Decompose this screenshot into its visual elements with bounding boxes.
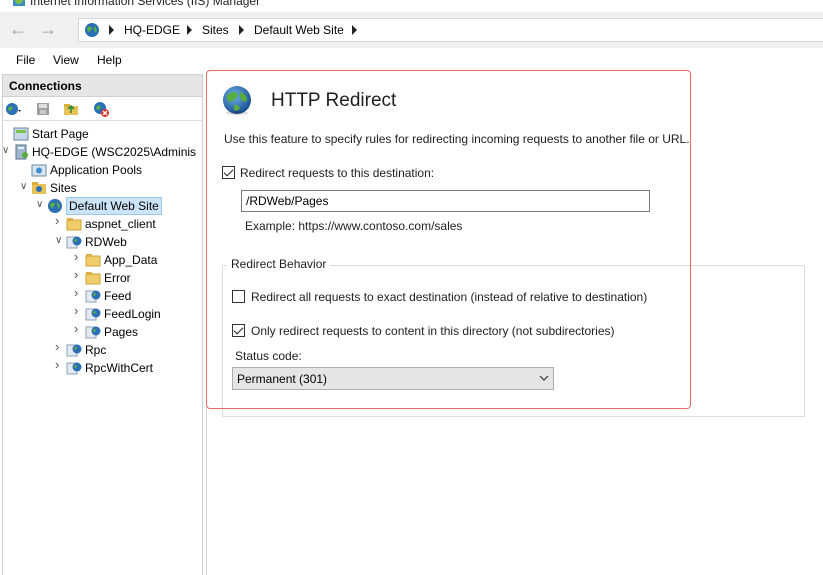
app-pool-icon	[31, 164, 47, 177]
forward-arrow-icon[interactable]: →	[36, 18, 60, 42]
tree-node-label: Rpc	[85, 343, 107, 357]
redirect-behavior-legend: Redirect Behavior	[227, 257, 331, 271]
exact-destination-label[interactable]: Redirect all requests to exact destinati…	[251, 290, 647, 304]
connections-pane: Connections Start Page ∨ HQ-EDGE (WSC2025\…	[2, 74, 203, 575]
pane-divider[interactable]	[206, 74, 207, 575]
save-icon[interactable]	[35, 101, 51, 117]
tree-node-label: HQ-EDGE (WSC2025\Adminis	[32, 145, 197, 159]
back-arrow-icon[interactable]: ←	[6, 18, 30, 42]
tree-node[interactable]: Application Pools	[3, 161, 202, 179]
expand-chevron-icon[interactable]: ∨	[2, 146, 12, 156]
tree-node-label: FeedLogin	[104, 307, 161, 321]
breadcrumb-server[interactable]: HQ-EDGE	[124, 23, 180, 37]
chevron-right-icon	[239, 25, 244, 35]
collapse-chevron-icon[interactable]: ›	[55, 214, 65, 227]
tree-node[interactable]: › Pages	[3, 322, 202, 341]
only-this-directory-checkbox[interactable]	[232, 324, 245, 337]
collapse-chevron-icon[interactable]: ›	[55, 340, 65, 353]
feature-description: Use this feature to specify rules for re…	[224, 132, 690, 146]
redirect-checkbox[interactable]	[222, 166, 235, 179]
collapse-chevron-icon[interactable]: ›	[74, 250, 84, 263]
up-folder-icon[interactable]	[63, 101, 79, 117]
tree-node-label: RpcWithCert	[85, 361, 154, 375]
tree-node-label: Start Page	[32, 127, 89, 141]
tree-node[interactable]: ∨ Default Web Site	[3, 197, 202, 215]
expand-chevron-icon[interactable]: ∨	[20, 182, 30, 192]
tree-node[interactable]: › aspnet_client	[3, 214, 202, 233]
status-code-select[interactable]: Permanent (301)	[232, 367, 554, 390]
tree-node-label: Default Web Site	[66, 197, 162, 215]
iis-app-icon	[13, 0, 25, 6]
redirect-checkbox-label[interactable]: Redirect requests to this destination:	[240, 166, 434, 180]
menu-file[interactable]: File	[16, 53, 35, 67]
globe-icon	[48, 199, 62, 213]
tree-node[interactable]: › FeedLogin	[3, 304, 202, 323]
feature-title: HTTP Redirect	[271, 90, 397, 111]
tree-node-label: App_Data	[104, 253, 158, 267]
feature-panel: HTTP Redirect Use this feature to specif…	[209, 74, 823, 575]
web-app-icon	[85, 290, 101, 303]
tree-node[interactable]: › App_Data	[3, 250, 202, 269]
folder-icon	[85, 272, 101, 285]
tree-node-label: aspnet_client	[85, 217, 156, 231]
menu-help[interactable]: Help	[97, 53, 122, 67]
tree-node-label: RDWeb	[85, 235, 127, 249]
tree-node-label: Error	[104, 271, 131, 285]
tree-node[interactable]: ∨ HQ-EDGE (WSC2025\Adminis	[2, 143, 202, 161]
chevron-down-icon	[539, 375, 549, 381]
web-app-icon	[85, 308, 101, 321]
disconnect-icon[interactable]	[93, 101, 109, 117]
tree-node-label: Sites	[50, 181, 77, 195]
connections-header: Connections	[3, 75, 202, 97]
web-app-icon	[85, 326, 101, 339]
globe-icon	[223, 86, 251, 115]
web-app-icon	[66, 362, 82, 375]
web-app-icon	[66, 236, 82, 249]
tree-node-label: Feed	[104, 289, 132, 303]
tree-node[interactable]: Start Page	[3, 125, 202, 143]
collapse-chevron-icon[interactable]: ›	[74, 304, 84, 317]
window-title: Internet Information Services (IIS) Mana…	[30, 0, 261, 8]
tree-node[interactable]: ∨ Sites	[3, 179, 202, 197]
breadcrumb-sites[interactable]: Sites	[202, 23, 229, 37]
expand-chevron-icon[interactable]: ∨	[36, 200, 46, 210]
tree-node[interactable]: › Rpc	[3, 340, 202, 359]
address-bar: ← → HQ-EDGE Sites Default Web Site	[0, 12, 823, 48]
only-this-directory-label[interactable]: Only redirect requests to content in thi…	[251, 324, 615, 338]
web-app-icon	[66, 344, 82, 357]
title-bar: Internet Information Services (IIS) Mana…	[0, 0, 823, 12]
tree-node[interactable]: › Feed	[3, 286, 202, 305]
sites-folder-icon	[32, 182, 46, 194]
chevron-right-icon	[109, 25, 114, 35]
globe-icon	[85, 23, 99, 37]
chevron-right-icon	[187, 25, 192, 35]
status-code-value: Permanent (301)	[237, 372, 328, 386]
example-text: Example: https://www.contoso.com/sales	[245, 219, 463, 233]
destination-input[interactable]	[241, 190, 650, 212]
connect-icon[interactable]	[5, 101, 21, 117]
breadcrumb[interactable]: HQ-EDGE Sites Default Web Site	[78, 18, 823, 42]
menu-bar: File View Help	[0, 48, 823, 72]
tree-node[interactable]: ∨ RDWeb	[3, 233, 202, 251]
collapse-chevron-icon[interactable]: ›	[74, 268, 84, 281]
chevron-right-icon[interactable]	[352, 25, 357, 35]
start-page-icon	[13, 127, 29, 141]
status-code-label: Status code:	[235, 349, 302, 363]
collapse-chevron-icon[interactable]: ›	[74, 322, 84, 335]
breadcrumb-site[interactable]: Default Web Site	[254, 23, 344, 37]
redirect-behavior-group	[222, 265, 805, 417]
collapse-chevron-icon[interactable]: ›	[74, 286, 84, 299]
collapse-chevron-icon[interactable]: ›	[55, 358, 65, 371]
tree-node-label: Application Pools	[50, 163, 143, 177]
tree-node-label: Pages	[104, 325, 139, 339]
tree-node[interactable]: › Error	[3, 268, 202, 287]
server-icon	[15, 144, 28, 160]
connections-toolbar	[3, 97, 202, 121]
exact-destination-checkbox[interactable]	[232, 290, 245, 303]
menu-view[interactable]: View	[53, 53, 79, 67]
folder-icon	[85, 254, 101, 267]
tree-node[interactable]: › RpcWithCert	[3, 358, 202, 377]
folder-icon	[66, 218, 82, 231]
expand-chevron-icon[interactable]: ∨	[55, 236, 65, 246]
